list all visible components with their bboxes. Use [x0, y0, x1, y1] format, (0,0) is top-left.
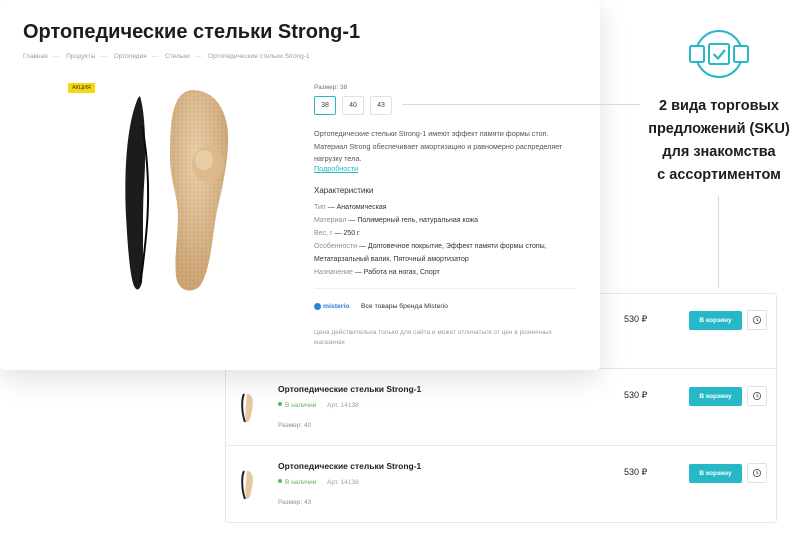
size-option-38[interactable]: 38 — [314, 96, 336, 115]
breadcrumb-separator: — — [151, 53, 159, 60]
sku-name[interactable]: Ортопедические стельки Strong-1 — [278, 461, 421, 471]
stock-dot-icon — [278, 479, 282, 483]
stock-status: В наличии — [278, 479, 316, 486]
brand-name: misterio — [323, 303, 350, 310]
sku-thumbnail — [241, 393, 253, 423]
page-title: Ортопедические стельки Strong-1 — [23, 21, 361, 43]
callout-line: предложений (SKU) — [648, 121, 790, 137]
divider — [314, 288, 576, 289]
characteristics-title: Характеристики — [314, 186, 374, 195]
clock-icon — [752, 391, 762, 401]
brand-products-link[interactable]: Все товары бренда Misterio — [361, 303, 448, 310]
add-to-cart-button[interactable]: В корзину — [689, 387, 742, 406]
stock-dot-icon — [278, 402, 282, 406]
char-key: Особенности — [314, 243, 357, 250]
size-selector: 38 40 43 — [314, 96, 392, 115]
wishlist-button[interactable] — [747, 386, 767, 406]
callout-text: 2 вида торговых предложений (SKU) для зн… — [636, 95, 800, 187]
char-value: Полимерный гель, натуральная кожа — [357, 217, 478, 224]
stock-label: В наличии — [285, 479, 317, 486]
char-value: Работа на ногах, Спорт — [363, 268, 440, 276]
breadcrumb-separator: — — [52, 53, 60, 60]
stock-status: В наличии — [278, 402, 316, 409]
breadcrumb-item[interactable]: Главная — [23, 53, 48, 60]
sku-article: Арт. 14138 — [327, 479, 359, 486]
size-option-43[interactable]: 43 — [370, 96, 392, 115]
product-description: Ортопедические стельки Strong-1 имеют эф… — [314, 129, 563, 163]
product-image[interactable] — [120, 86, 240, 294]
sku-price: 530 ₽ — [624, 467, 648, 477]
callout-line: 2 вида торговых — [659, 98, 779, 114]
breadcrumb-item[interactable]: Ортопедия — [114, 53, 147, 60]
add-to-cart-button[interactable]: В корзину — [689, 464, 742, 483]
breadcrumb-separator: — — [100, 53, 107, 60]
details-link[interactable]: Подробности — [314, 164, 358, 173]
char-key: Назначение — [314, 268, 353, 276]
callout-line: с ассортиментом — [657, 167, 781, 183]
callout-connector-vertical — [718, 196, 719, 288]
sale-badge: АКЦИЯ — [68, 83, 95, 93]
sku-row: Ортопедические стельки Strong-1 В наличи… — [226, 370, 776, 446]
breadcrumb-current: Ортопедические стельки Strong-1 — [208, 53, 310, 60]
brand-logo[interactable]: misterio — [314, 303, 361, 310]
add-to-cart-button[interactable]: В корзину — [689, 311, 742, 330]
sku-article: Арт. 14138 — [327, 402, 359, 409]
brand-block: misterio Все товары бренда Misterio — [314, 303, 448, 310]
sku-price: 530 ₽ — [624, 314, 648, 324]
characteristics-list: Тип — Анатомическая Материал — Полимерны… — [314, 202, 579, 280]
breadcrumb: Главная — Продукты — Ортопедия — Стельки — О… — [23, 53, 310, 60]
page: 530 ₽ В корзину Ортопедические стельки S… — [0, 0, 800, 547]
char-key: Тип — [314, 204, 326, 211]
char-value: Анатомическая — [336, 204, 387, 211]
sku-name[interactable]: Ортопедические стельки Strong-1 — [278, 384, 421, 394]
product-card: Ортопедические стельки Strong-1 Главная —… — [0, 0, 600, 370]
callout-line: для знакомства — [662, 144, 776, 160]
char-value: 250 г — [343, 230, 360, 237]
char-key: Материал — [314, 217, 347, 224]
size-label: Размер: 38 — [314, 84, 348, 91]
breadcrumb-separator: — — [194, 53, 202, 60]
clock-icon — [752, 315, 762, 325]
checkbox-options-icon — [689, 30, 749, 78]
sku-thumbnail — [241, 470, 253, 500]
clock-icon — [752, 468, 762, 478]
callout-connector — [402, 104, 640, 105]
char-key: Вес, г — [314, 230, 333, 237]
characteristic-row: Особенности — Долговечное покрытие, Эффе… — [314, 243, 547, 263]
characteristic-row: Вес, г — 250 г — [314, 230, 360, 237]
price-note: Цена действительна только для сайта и мо… — [314, 329, 552, 346]
sku-size: Размер: 40 — [278, 422, 312, 429]
sku-price: 530 ₽ — [624, 390, 648, 400]
characteristic-row: Тип — Анатомическая — [314, 204, 387, 211]
size-option-40[interactable]: 40 — [342, 96, 364, 115]
characteristic-row: Материал — Полимерный гель, натуральная … — [314, 217, 478, 224]
wishlist-button[interactable] — [747, 463, 767, 483]
wishlist-button[interactable] — [747, 310, 767, 330]
breadcrumb-item[interactable]: Продукты — [66, 53, 95, 60]
sku-row: Ортопедические стельки Strong-1 В наличи… — [226, 447, 776, 523]
breadcrumb-item[interactable]: Стельки — [165, 53, 190, 60]
brand-logo-icon — [314, 303, 321, 310]
sku-size: Размер: 43 — [278, 499, 312, 506]
characteristic-row: Назначение — Работа на ногах, Спорт — [314, 268, 440, 276]
stock-label: В наличии — [285, 402, 317, 409]
